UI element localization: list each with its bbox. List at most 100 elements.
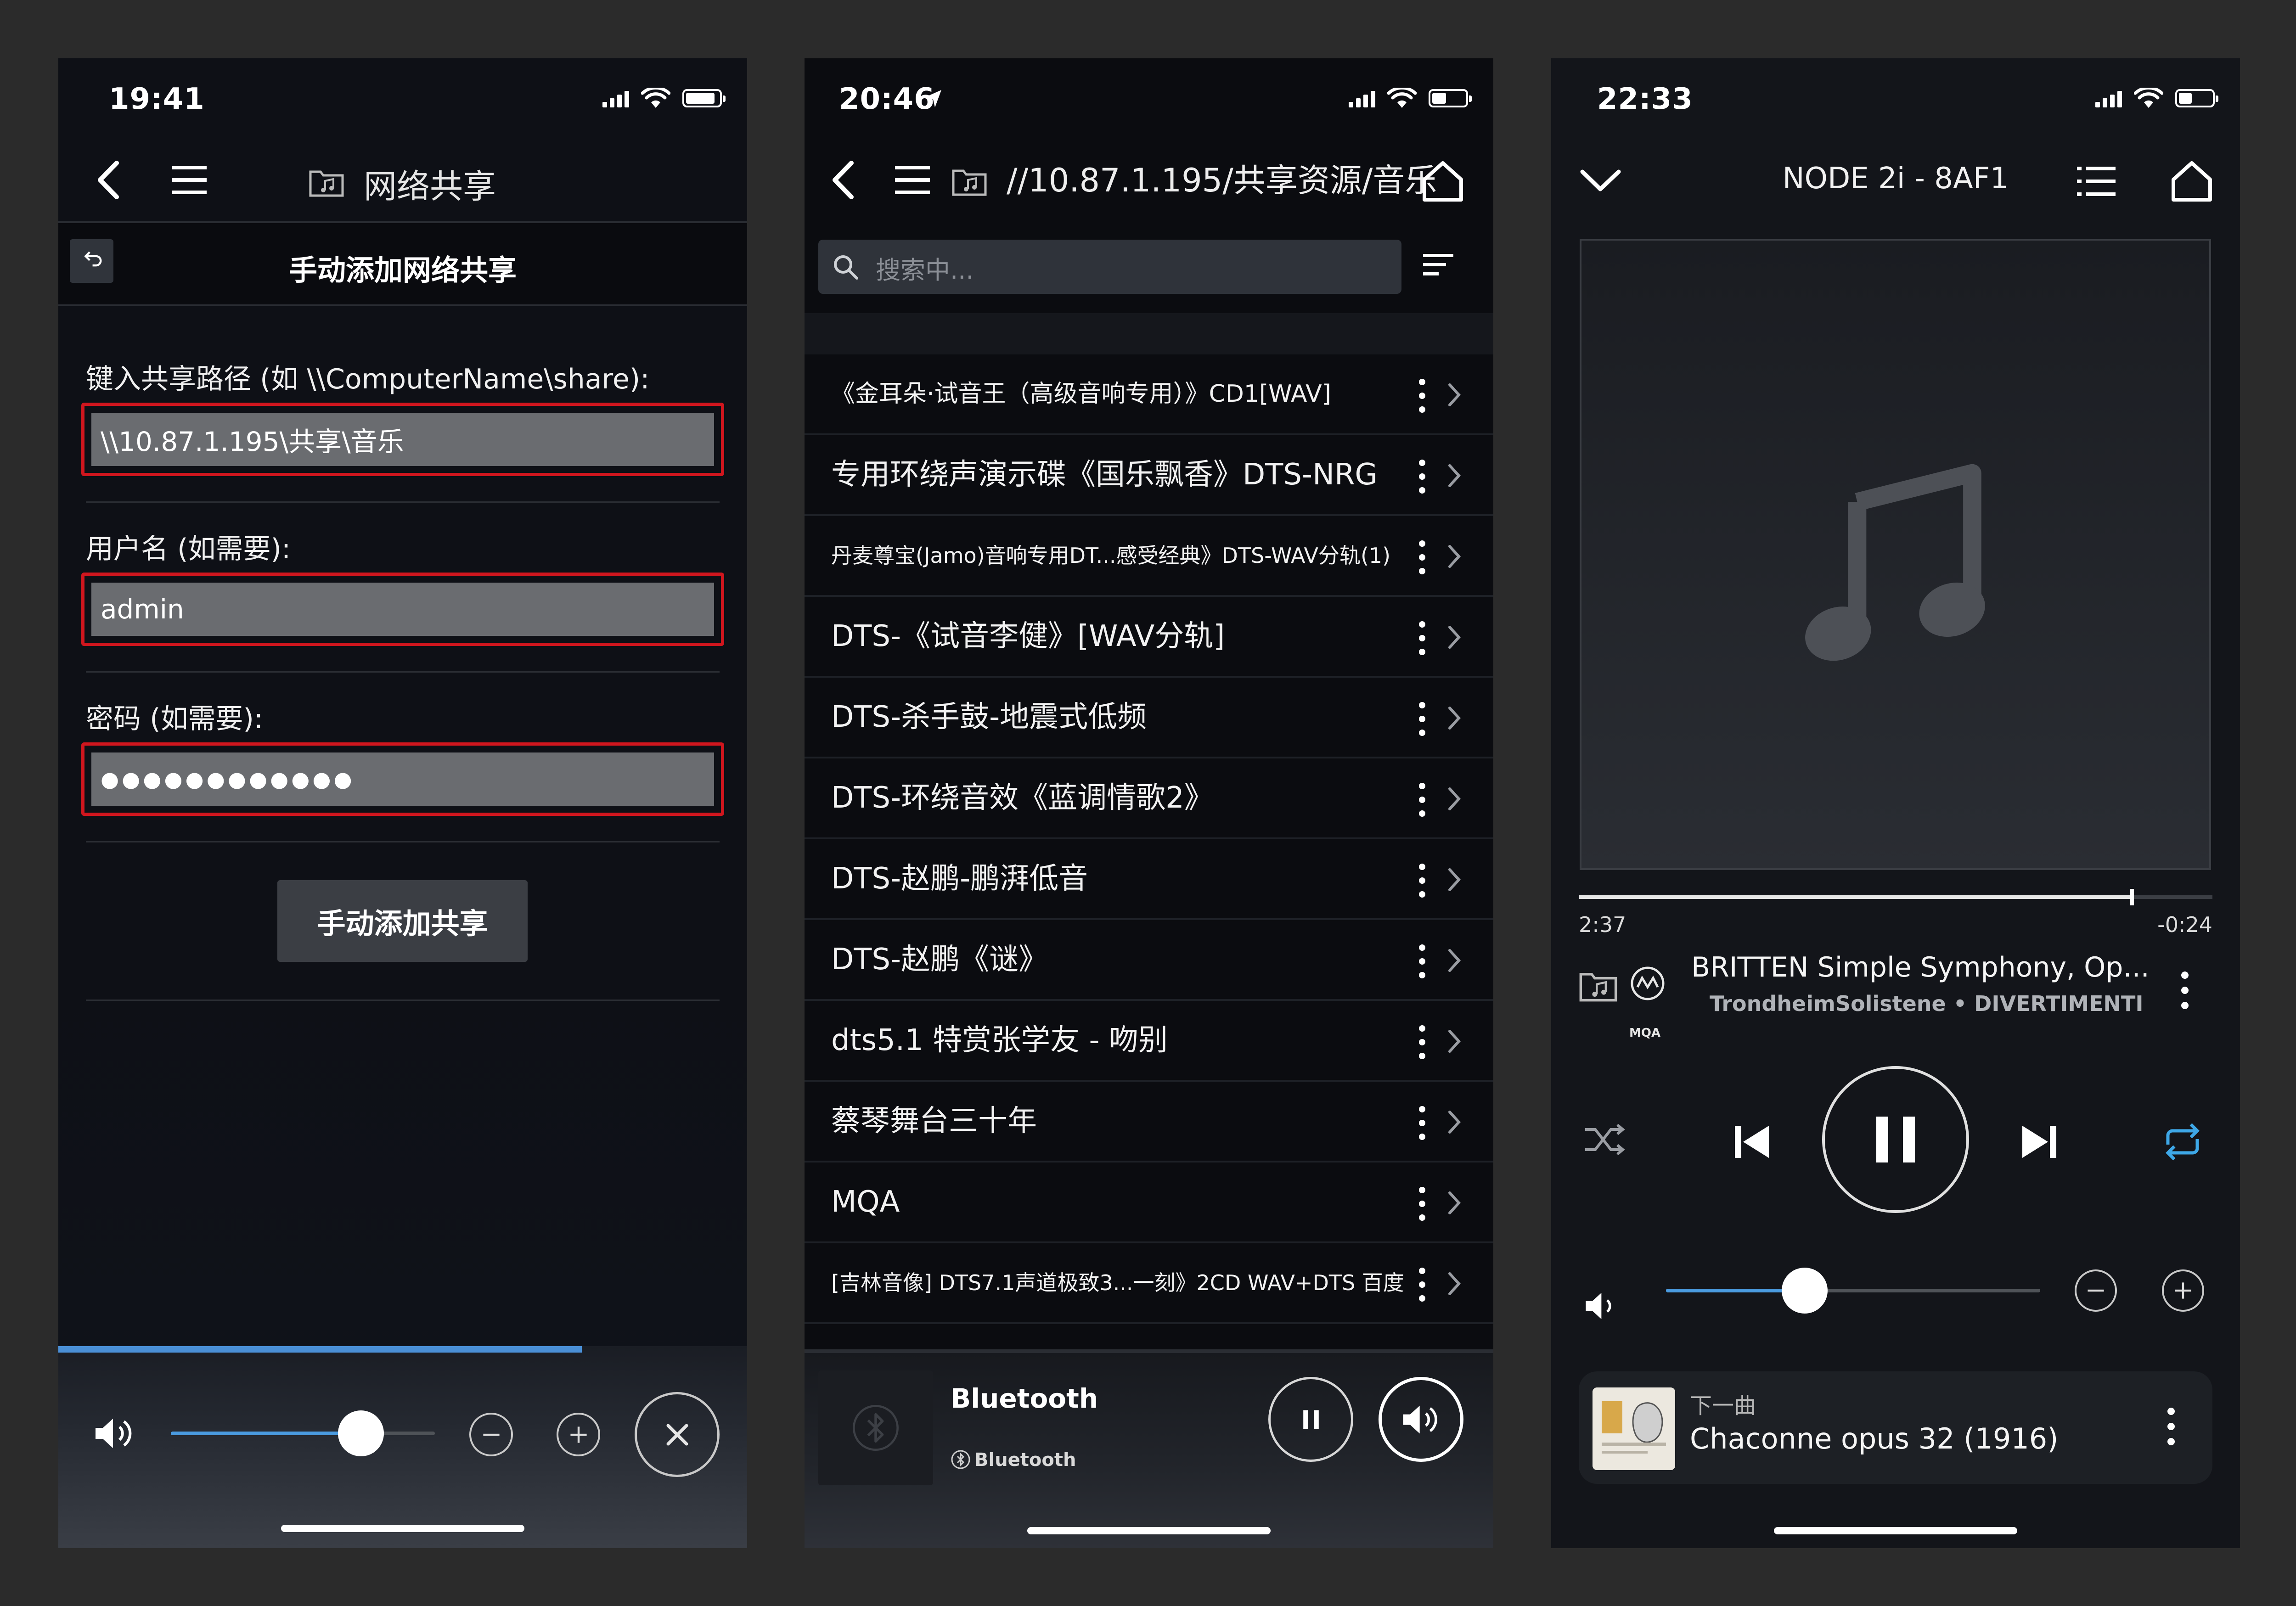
manual-add-header: 手动添加网络共享 [58, 221, 747, 306]
pause-button[interactable] [1268, 1377, 1353, 1462]
chevron-right-icon[interactable] [1445, 1189, 1463, 1217]
chevron-right-icon[interactable] [1445, 704, 1463, 732]
home-indicator [1774, 1527, 2017, 1534]
next-track-card[interactable]: 下一曲 Chaconne opus 32 (1916) [1579, 1371, 2212, 1484]
list-item-label: [吉林音像] DTS7.1声道极致3...一刻》2CD WAV+DTS 百度 [831, 1270, 1404, 1295]
list-item[interactable]: DTS-赵鹏《谜》 [805, 920, 1493, 1001]
volume-down-button[interactable] [2075, 1269, 2117, 1312]
more-options-icon[interactable] [1415, 377, 1429, 414]
more-options-icon[interactable] [1415, 862, 1429, 899]
list-item[interactable]: 《金耳朵·试音王（高级音响专用）》CD1[WAV] [805, 354, 1493, 435]
seek-fill [1579, 895, 2130, 899]
list-item[interactable]: DTS-《试音李健》[WAV分轨] [805, 597, 1493, 678]
more-options-icon[interactable] [2162, 1406, 2180, 1447]
chevron-right-icon[interactable] [1445, 623, 1463, 651]
list-item-label: 蔡琴舞台三十年 [831, 1104, 1037, 1138]
mini-player: Bluetooth Bluetooth [805, 1349, 1493, 1548]
next-track-art [1593, 1387, 1675, 1470]
volume-slider[interactable] [171, 1410, 435, 1456]
list-item[interactable]: DTS-杀手鼓-地震式低频 [805, 678, 1493, 758]
queue-list-icon[interactable] [2077, 164, 2116, 198]
chevron-right-icon[interactable] [1445, 785, 1463, 813]
more-options-icon[interactable] [1415, 1024, 1429, 1061]
seek-bar[interactable] [1579, 889, 2212, 905]
shuffle-icon[interactable] [1583, 1121, 1627, 1158]
repeat-icon[interactable] [2160, 1119, 2206, 1165]
speaker-icon[interactable] [93, 1415, 136, 1452]
nav-bar: //10.87.1.195/共享资源/音乐 [805, 139, 1493, 221]
network-share-screen: 19:41 网络共享 手动添加网络共享 键入共享路径 (如 \\Computer… [58, 58, 747, 1548]
list-item[interactable]: 蔡琴舞台三十年 [805, 1082, 1493, 1162]
list-item[interactable]: 丹麦尊宝(Jamo)音响专用DT...感受经典》DTS-WAV分轨(1) [805, 516, 1493, 597]
status-time: 22:33 [1597, 82, 1693, 116]
more-options-icon[interactable] [1415, 781, 1429, 818]
more-options-icon[interactable] [1415, 1105, 1429, 1141]
mini-player-art[interactable] [818, 1370, 933, 1485]
location-arrow-icon [925, 90, 941, 107]
chevron-right-icon[interactable] [1445, 462, 1463, 489]
signal-icon [2095, 89, 2122, 107]
sort-filter-icon[interactable] [1422, 251, 1454, 279]
seek-handle[interactable] [2130, 889, 2134, 905]
volume-up-button[interactable] [557, 1413, 600, 1456]
back-chevron-icon[interactable] [827, 159, 860, 201]
menu-icon[interactable] [171, 164, 208, 196]
nav-bar: 网络共享 [58, 139, 747, 221]
chevron-right-icon[interactable] [1445, 866, 1463, 893]
chevron-right-icon[interactable] [1445, 1270, 1463, 1297]
username-highlight [81, 573, 724, 646]
home-icon[interactable] [2169, 159, 2215, 203]
volume-knob[interactable] [1781, 1268, 1828, 1314]
close-icon [666, 1424, 688, 1445]
more-options-icon[interactable] [1415, 1185, 1429, 1222]
list-item[interactable]: DTS-环绕音效《蓝调情歌2》 [805, 758, 1493, 839]
mqa-badge: MQA [1629, 1026, 1661, 1040]
manual-add-title: 手动添加网络共享 [288, 253, 517, 287]
more-options-icon[interactable] [1415, 539, 1429, 576]
list-item[interactable]: [吉林音像] DTS7.1声道极致3...一刻》2CD WAV+DTS 百度 [805, 1243, 1493, 1324]
speaker-icon[interactable] [1583, 1289, 1622, 1323]
username-label: 用户名 (如需要): [86, 533, 291, 565]
manual-add-share-button[interactable]: 手动添加共享 [277, 880, 528, 962]
battery-icon [1429, 89, 1472, 107]
more-options-icon[interactable] [1415, 701, 1429, 737]
pause-icon [1876, 1117, 1915, 1162]
chevron-right-icon[interactable] [1445, 947, 1463, 974]
menu-icon[interactable] [894, 164, 931, 196]
volume-button[interactable] [1379, 1377, 1463, 1462]
volume-down-button[interactable] [469, 1413, 513, 1456]
more-options-icon[interactable] [1415, 943, 1429, 980]
home-icon[interactable] [1420, 159, 1466, 203]
username-input[interactable] [91, 583, 714, 636]
share-path-input[interactable] [91, 413, 714, 466]
play-pause-button[interactable] [1822, 1066, 1969, 1213]
more-options-icon[interactable] [2176, 970, 2194, 1011]
chevron-right-icon[interactable] [1445, 543, 1463, 570]
chevron-right-icon[interactable] [1445, 381, 1463, 409]
status-bar: 19:41 [58, 58, 747, 139]
volume-slider[interactable] [1666, 1268, 2040, 1314]
search-input[interactable]: 搜索中... [818, 240, 1401, 294]
status-bar: 20:46 [805, 58, 1493, 139]
close-button[interactable] [635, 1392, 720, 1477]
mini-player-subtitle: Bluetooth [974, 1449, 1076, 1471]
bluetooth-small-icon [951, 1450, 970, 1469]
back-chevron-icon[interactable] [93, 159, 125, 201]
progress-strip [58, 1346, 582, 1353]
volume-knob[interactable] [338, 1410, 384, 1456]
list-item[interactable]: dts5.1 特赏张学友 - 吻别 [805, 1001, 1493, 1082]
list-item[interactable]: 专用环绕声演示碟《国乐飘香》DTS-NRG [805, 435, 1493, 516]
chevron-right-icon[interactable] [1445, 1028, 1463, 1055]
more-options-icon[interactable] [1415, 458, 1429, 495]
elapsed-time: 2:37 [1579, 912, 1626, 937]
more-options-icon[interactable] [1415, 1266, 1429, 1303]
list-item[interactable]: DTS-赵鹏-鹏湃低音 [805, 839, 1493, 920]
nav-title: 网络共享 [364, 167, 496, 206]
chevron-right-icon[interactable] [1445, 1108, 1463, 1136]
next-track-icon[interactable] [2020, 1121, 2061, 1162]
more-options-icon[interactable] [1415, 620, 1429, 657]
list-item[interactable]: MQA [805, 1162, 1493, 1243]
password-input[interactable] [91, 752, 714, 806]
previous-track-icon[interactable] [1730, 1121, 1772, 1162]
volume-up-button[interactable] [2162, 1269, 2204, 1312]
